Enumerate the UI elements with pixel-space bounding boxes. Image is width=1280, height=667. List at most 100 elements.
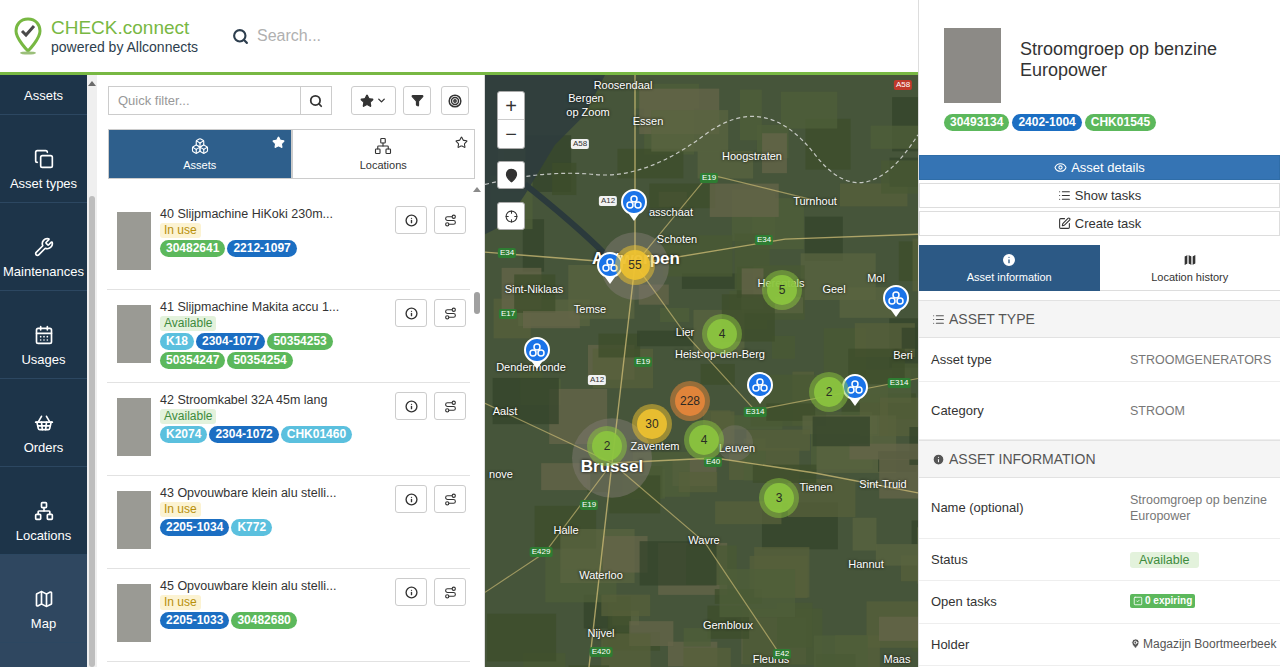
cluster-core: 2	[814, 377, 844, 407]
nav-item[interactable]: Maintenances	[0, 203, 87, 291]
detail-row-value: 0 expiring	[1130, 594, 1280, 610]
locations-icon	[374, 137, 392, 155]
asset-pin[interactable]	[621, 189, 647, 221]
asset-row-actions	[395, 299, 466, 327]
zoom-out-button[interactable]: −	[498, 120, 524, 148]
favorite-star-icon[interactable]	[455, 136, 468, 149]
detail-title: Stroomgroep op benzine Europower	[1020, 39, 1255, 103]
scroll-up-icon[interactable]	[88, 81, 96, 86]
route-icon	[444, 400, 457, 413]
map-cluster[interactable]: 2	[587, 426, 627, 466]
detail-action-button[interactable]: Show tasks	[919, 183, 1280, 208]
info-button[interactable]	[395, 299, 427, 327]
detail-action-button[interactable]: Create task	[919, 211, 1280, 236]
route-button[interactable]	[434, 578, 466, 606]
nav-item[interactable]: Assets	[0, 75, 87, 115]
asset-pin[interactable]	[747, 372, 773, 404]
road-label: E314	[744, 407, 767, 417]
place-label: Hoogstraten	[722, 148, 782, 165]
asset-tag: 50354254	[227, 352, 292, 369]
section-icon	[932, 313, 945, 326]
list-toolbar	[97, 75, 484, 115]
list-scrollbar[interactable]	[470, 187, 484, 667]
asset-title: 41 Slijpmachine Makita accu 1...	[160, 299, 391, 315]
asset-row[interactable]: 43 Opvouwbare klein alu stelli...In use2…	[107, 476, 470, 569]
detail-row-value: STROOMGENERATORS	[1130, 352, 1280, 368]
detail-action-button[interactable]: Asset details	[919, 155, 1280, 180]
road-label: E34	[498, 248, 516, 258]
detail-tab[interactable]: Asset information	[919, 245, 1100, 291]
zoom-in-button[interactable]: +	[498, 92, 524, 120]
cluster-core: 55	[620, 250, 650, 280]
holder-link[interactable]: Magazijn Boortmeerbeek	[1130, 636, 1276, 652]
nav-filler	[0, 643, 87, 667]
nav-item[interactable]: Usages	[0, 291, 87, 379]
asset-row[interactable]: 40 Slijpmachine HiKoki 230m...In use3048…	[107, 197, 470, 290]
map-cluster[interactable]: 228	[670, 381, 710, 421]
map-cluster[interactable]: 4	[684, 420, 724, 460]
filter-button[interactable]	[403, 86, 431, 115]
target-icon	[448, 94, 462, 108]
info-button[interactable]	[395, 206, 427, 234]
list-tab[interactable]: Assets	[108, 129, 292, 179]
info-button[interactable]	[395, 578, 427, 606]
tasks-badge[interactable]: 0 expiring	[1130, 594, 1195, 608]
quick-filter[interactable]	[108, 86, 332, 115]
map-cluster[interactable]: 5	[762, 270, 802, 310]
asset-row[interactable]: 41 Slijpmachine Makita accu 1...Availabl…	[107, 290, 470, 383]
focus-button[interactable]	[441, 86, 469, 115]
detail-tab[interactable]: Location history	[1100, 245, 1280, 291]
detail-section: ASSET TYPEAsset typeSTROOMGENERATORSCate…	[919, 300, 1280, 440]
locate-button[interactable]	[497, 161, 525, 189]
asset-title: 42 Stroomkabel 32A 45m lang	[160, 392, 391, 408]
list-scroll-thumb[interactable]	[474, 292, 480, 314]
route-button[interactable]	[434, 206, 466, 234]
map-cluster[interactable]: 30	[632, 404, 672, 444]
global-search-input[interactable]	[257, 24, 597, 48]
asset-pin[interactable]	[524, 337, 550, 369]
route-button[interactable]	[434, 485, 466, 513]
fit-bounds-button[interactable]	[497, 202, 525, 230]
map-cluster[interactable]: 4	[702, 314, 742, 354]
nav-item[interactable]: Orders	[0, 379, 87, 467]
quick-filter-input[interactable]	[109, 87, 300, 114]
detail-row-label: Name (optional)	[919, 498, 1130, 518]
asset-row[interactable]: 45 Opvouwbare klein alu stelli...In use2…	[107, 569, 470, 662]
asset-pin[interactable]	[883, 285, 909, 317]
outer-scrollbar[interactable]	[87, 75, 97, 667]
scroll-thumb[interactable]	[89, 196, 95, 667]
asset-tags: 304826412212-1097	[160, 240, 391, 257]
map-cluster[interactable]: 2	[809, 372, 849, 412]
route-button[interactable]	[434, 392, 466, 420]
global-search[interactable]	[222, 24, 918, 48]
nav-item[interactable]: Map	[0, 555, 87, 643]
map-cluster[interactable]: 3	[759, 478, 799, 518]
nav-item[interactable]: Locations	[0, 467, 87, 555]
favorites-dropdown[interactable]	[351, 86, 396, 115]
map[interactable]: RoosendaalBergenop ZoomEssenHoogstratenT…	[485, 75, 918, 667]
place-label: Hannut	[848, 556, 883, 573]
place-label: Turnhout	[793, 193, 837, 210]
info-button[interactable]	[395, 485, 427, 513]
info-button[interactable]	[395, 392, 427, 420]
map-cluster[interactable]: 55	[615, 245, 655, 285]
list-tab-label: Locations	[360, 158, 407, 172]
place-label: Wavre	[688, 532, 719, 549]
nav-label: Locations	[16, 528, 72, 544]
scroll-up-icon[interactable]	[473, 187, 481, 192]
asset-row[interactable]: 42 Stroomkabel 32A 45m langAvailableK207…	[107, 383, 470, 476]
asset-pin-head	[747, 372, 773, 398]
asset-tags: K20742304-1072CHK01460	[160, 426, 391, 443]
asset-tag: K2074	[160, 426, 207, 443]
list-tab[interactable]: Locations	[292, 129, 476, 179]
route-button[interactable]	[434, 299, 466, 327]
quick-filter-button[interactable]	[300, 87, 331, 114]
detail-row-label: Open tasks	[919, 592, 1130, 612]
place-label: Beri	[893, 347, 913, 364]
asset-tag: 2304-1072	[209, 426, 278, 443]
action-label: Create task	[1075, 214, 1141, 234]
asset-tag: 2205-1034	[160, 519, 229, 536]
nav-item[interactable]: Asset types	[0, 115, 87, 203]
favorite-star-icon[interactable]	[272, 136, 285, 149]
action-label: Asset details	[1071, 158, 1145, 178]
